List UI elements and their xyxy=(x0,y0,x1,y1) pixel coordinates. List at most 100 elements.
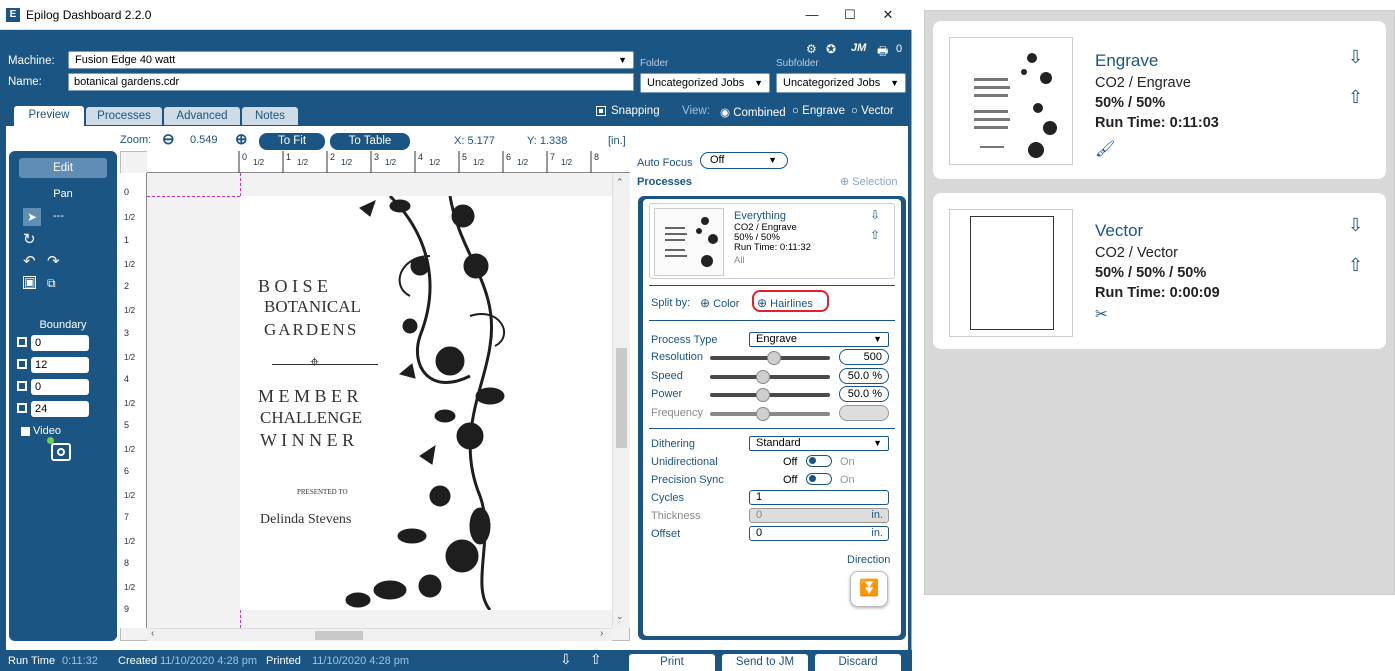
to-table-button[interactable]: To Table xyxy=(330,133,410,150)
folder-dropdown[interactable]: Uncategorized Jobs ▼ xyxy=(640,73,770,93)
engrave-card[interactable]: Engrave CO2 / Engrave 50% / 50% Run Time… xyxy=(933,21,1386,179)
unidirectional-on: On xyxy=(840,456,855,468)
vertical-scrollbar[interactable]: ⌃ ⌄ xyxy=(612,173,630,628)
vector-card[interactable]: Vector CO2 / Vector 50% / 50% / 50% Run … xyxy=(933,193,1386,349)
resolution-input[interactable]: 500 xyxy=(839,349,889,365)
split-by-hairlines[interactable]: ⊕ Hairlines xyxy=(757,296,813,310)
tab-advanced[interactable]: Advanced xyxy=(164,107,240,125)
offset-input[interactable]: 0 in. xyxy=(749,526,889,541)
export-icon[interactable]: ⇧ xyxy=(1348,255,1363,276)
snapping-checkbox[interactable] xyxy=(596,106,606,116)
close-button[interactable]: ✕ xyxy=(870,4,906,26)
ruler-v-label: 1/2 xyxy=(124,583,136,592)
split-by-color[interactable]: ⊕ Color xyxy=(700,296,739,310)
video-checkbox[interactable] xyxy=(21,427,30,436)
import-icon[interactable]: ⇩ xyxy=(560,651,572,668)
boundary-right-icon xyxy=(17,403,27,413)
user-initials[interactable]: JM xyxy=(851,42,866,54)
boundary-bottom-input[interactable]: 12 xyxy=(31,357,89,373)
group-icon[interactable]: ▣ xyxy=(23,276,36,289)
scroll-up-icon[interactable]: ⌃ xyxy=(616,177,624,188)
view-vector-radio[interactable]: ○ Vector xyxy=(851,105,894,117)
to-fit-button[interactable]: To Fit xyxy=(259,133,325,150)
frequency-slider xyxy=(710,412,830,416)
zoom-out-icon[interactable]: ⊖ xyxy=(162,130,175,148)
import-icon[interactable]: ⇩ xyxy=(1348,47,1363,68)
process-type-dropdown[interactable]: Engrave ▼ xyxy=(749,332,889,347)
subfolder-dropdown[interactable]: Uncategorized Jobs ▼ xyxy=(776,73,906,93)
vector-card-line3: Run Time: 0:00:09 xyxy=(1095,285,1220,301)
edit-button[interactable]: Edit xyxy=(19,158,107,178)
discard-button[interactable]: Discard xyxy=(815,654,901,671)
select-arrow-icon[interactable]: ➤ xyxy=(23,208,41,226)
boundary-top-input[interactable]: 0 xyxy=(31,335,89,351)
unidirectional-toggle[interactable] xyxy=(806,455,832,467)
engrave-card-line2: 50% / 50% xyxy=(1095,95,1166,111)
speed-slider-knob[interactable] xyxy=(756,370,770,384)
precision-sync-toggle[interactable] xyxy=(806,473,832,485)
gear-icon[interactable]: ⚙ xyxy=(806,42,817,56)
ruler-v-label: 1/2 xyxy=(124,537,136,546)
import-icon[interactable]: ⇩ xyxy=(870,208,880,222)
zoom-in-icon[interactable]: ⊕ xyxy=(235,130,248,148)
scroll-left-icon[interactable]: ‹ xyxy=(151,628,154,639)
split-by-label: Split by: xyxy=(651,297,691,309)
direction-down-button[interactable]: ⏬ xyxy=(850,571,888,607)
x-value: 5.177 xyxy=(467,135,495,147)
import-icon[interactable]: ⇩ xyxy=(1348,215,1363,236)
toggle-knob xyxy=(809,457,816,464)
scroll-right-icon[interactable]: › xyxy=(600,628,603,639)
minimize-button[interactable]: — xyxy=(794,4,830,26)
rotate-icon[interactable]: ↻ xyxy=(23,230,36,248)
offset-value: 0 xyxy=(756,527,763,539)
undo-icon[interactable]: ↶ xyxy=(23,252,36,270)
power-slider-knob[interactable] xyxy=(756,388,770,402)
speed-value: 50.0 xyxy=(847,370,870,382)
machine-dropdown[interactable]: Fusion Edge 40 watt ▼ xyxy=(68,51,634,69)
auto-focus-dropdown[interactable]: Off ▼ xyxy=(700,152,788,169)
machine-label: Machine: xyxy=(8,55,55,67)
ruler-v-label: 3 xyxy=(124,328,130,338)
subfolder-value: Uncategorized Jobs xyxy=(783,77,881,89)
speed-slider[interactable] xyxy=(710,375,830,379)
add-icon: ⊕ xyxy=(757,296,768,310)
resolution-label: Resolution xyxy=(651,351,703,363)
boundary-left-input[interactable]: 0 xyxy=(31,379,89,395)
boundary-left-icon xyxy=(17,381,27,391)
dithering-dropdown[interactable]: Standard ▼ xyxy=(749,436,889,451)
job-name-input[interactable]: botanical gardens.cdr xyxy=(68,73,634,91)
print-button[interactable]: Print xyxy=(629,654,715,671)
vertical-scroll-thumb[interactable] xyxy=(616,348,627,448)
power-input[interactable]: 50.0 % xyxy=(839,386,889,402)
resolution-slider-knob[interactable] xyxy=(766,351,781,365)
horizontal-scroll-thumb[interactable] xyxy=(315,631,363,640)
cycles-input[interactable]: 1 xyxy=(749,490,889,505)
thickness-input: 0 in. xyxy=(749,508,889,523)
horizontal-scrollbar[interactable]: ‹ › xyxy=(147,628,612,641)
speed-input[interactable]: 50.0 % xyxy=(839,368,889,384)
printer-icon[interactable]: 🖶 xyxy=(877,42,888,63)
send-to-jm-button[interactable]: Send to JM xyxy=(722,654,808,671)
created-label: Created xyxy=(118,655,158,667)
process-item-everything[interactable]: Everything CO2 / Engrave 50% / 50% Run T… xyxy=(649,203,895,279)
selection-add[interactable]: ⊕ Selection xyxy=(840,175,898,188)
power-slider[interactable] xyxy=(710,393,830,397)
activity-icon[interactable]: ✪ xyxy=(826,42,836,56)
power-value: 50.0 xyxy=(847,388,870,400)
ungroup-icon[interactable]: ⧉ xyxy=(47,276,56,291)
view-combined-radio[interactable]: ◉ Combined xyxy=(720,105,786,119)
maximize-button[interactable]: ☐ xyxy=(832,4,868,26)
export-icon[interactable]: ⇧ xyxy=(590,651,602,668)
redo-icon[interactable]: ↷ xyxy=(47,252,60,270)
view-engrave-radio[interactable]: ○ Engrave xyxy=(792,105,845,117)
camera-icon[interactable] xyxy=(47,437,71,461)
tab-notes[interactable]: Notes xyxy=(242,107,298,125)
run-time-value: 0:11:32 xyxy=(62,655,98,667)
tab-preview[interactable]: Preview xyxy=(14,106,84,126)
boundary-right-input[interactable]: 24 xyxy=(31,401,89,417)
tab-processes[interactable]: Processes xyxy=(86,107,162,125)
export-icon[interactable]: ⇧ xyxy=(870,228,880,242)
scroll-down-icon[interactable]: ⌄ xyxy=(616,611,624,622)
export-icon[interactable]: ⇧ xyxy=(1348,87,1363,108)
chevron-down-icon: ▼ xyxy=(768,155,777,165)
